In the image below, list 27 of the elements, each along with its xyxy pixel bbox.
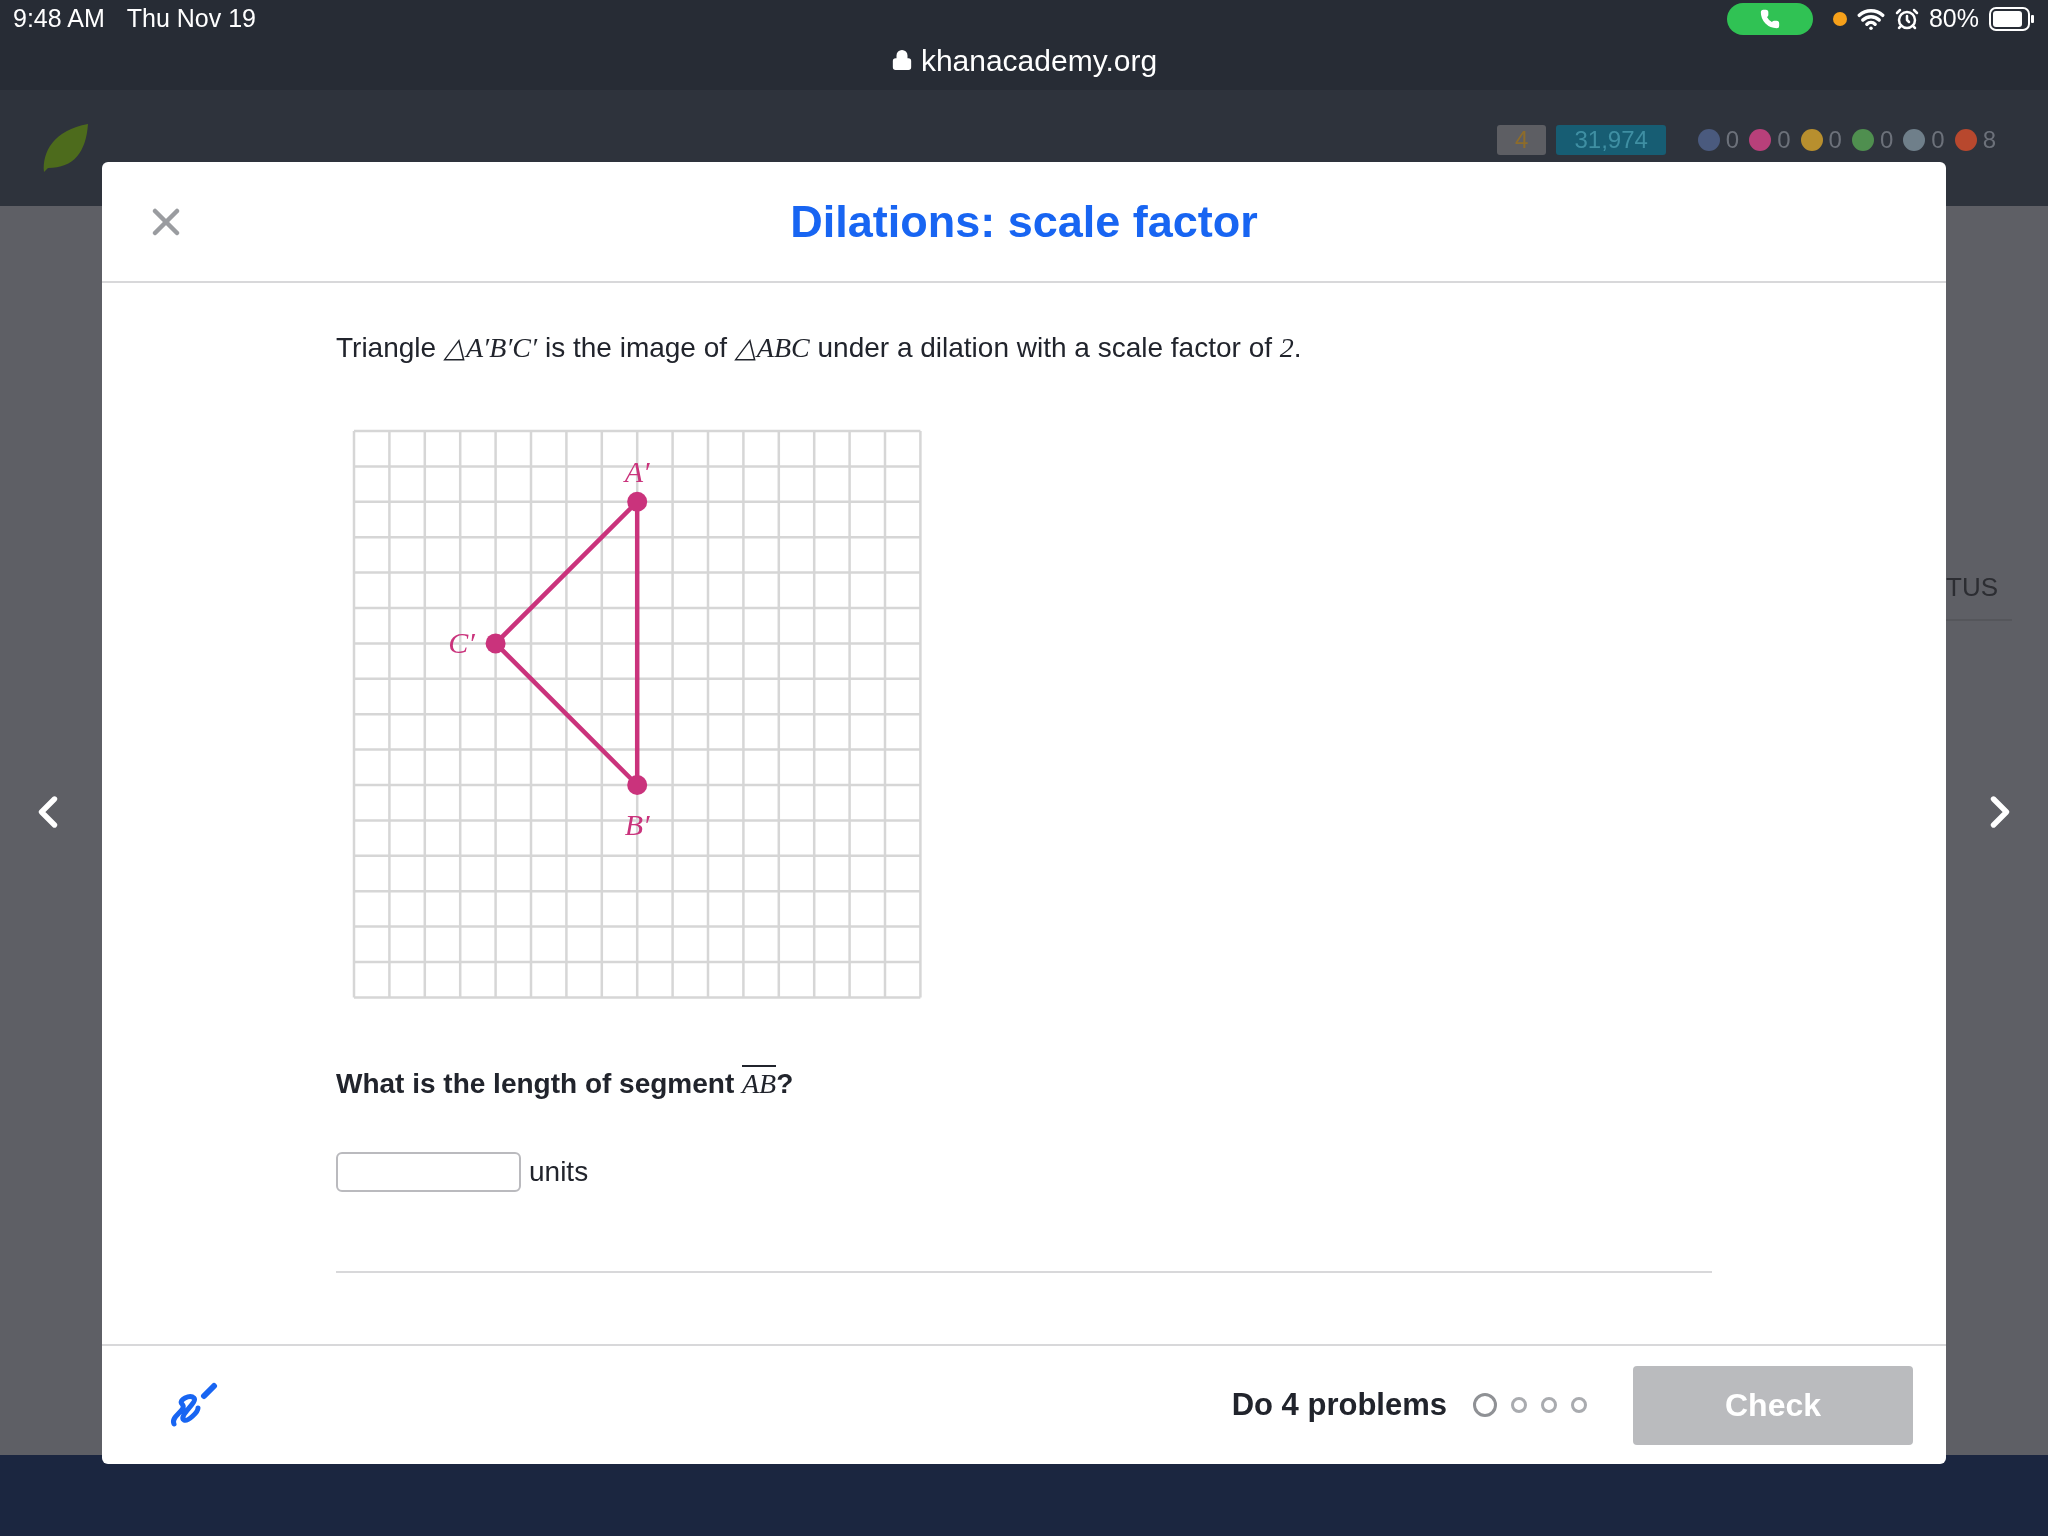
vertex-point — [627, 775, 648, 795]
badge-count: 0 — [1725, 125, 1740, 155]
problem-text: Triangle △A′B′C′ is the image of △ABC under a dilation with a scale factor of 2. — [336, 331, 1302, 365]
badge-count: 0 — [1931, 125, 1945, 155]
streak-count: 4 — [1497, 125, 1547, 155]
badge-count: 0 — [1828, 125, 1842, 155]
modal-title: Dilations: scale factor — [790, 194, 1258, 249]
goal-text: Do 4 problems — [1231, 1385, 1447, 1424]
answer-input[interactable] — [336, 1152, 521, 1192]
vertex-label: C′ — [448, 626, 475, 660]
battery-percent: 80% — [1928, 3, 1979, 35]
badge-count: 8 — [1982, 125, 1996, 155]
badge-count: 0 — [1777, 125, 1791, 155]
vertex-point — [485, 633, 506, 654]
battery-icon — [1989, 7, 2035, 31]
status-date: Thu Nov 19 — [126, 3, 256, 35]
unit-label: units — [529, 1155, 589, 1189]
alarm-icon — [1894, 7, 1919, 31]
vertex-label: A′ — [624, 454, 650, 488]
question-text: What is the length of segment AB? — [336, 1063, 794, 1105]
status-time: 9:48 AM — [13, 3, 105, 35]
url-text[interactable]: khanacademy.org — [920, 37, 1158, 83]
vertex-label: B′ — [624, 808, 650, 841]
vertex-point — [627, 491, 648, 512]
lock-icon — [890, 49, 913, 71]
badge-count: 0 — [1879, 125, 1894, 155]
scratchpad-pencil-icon[interactable] — [168, 1380, 218, 1430]
